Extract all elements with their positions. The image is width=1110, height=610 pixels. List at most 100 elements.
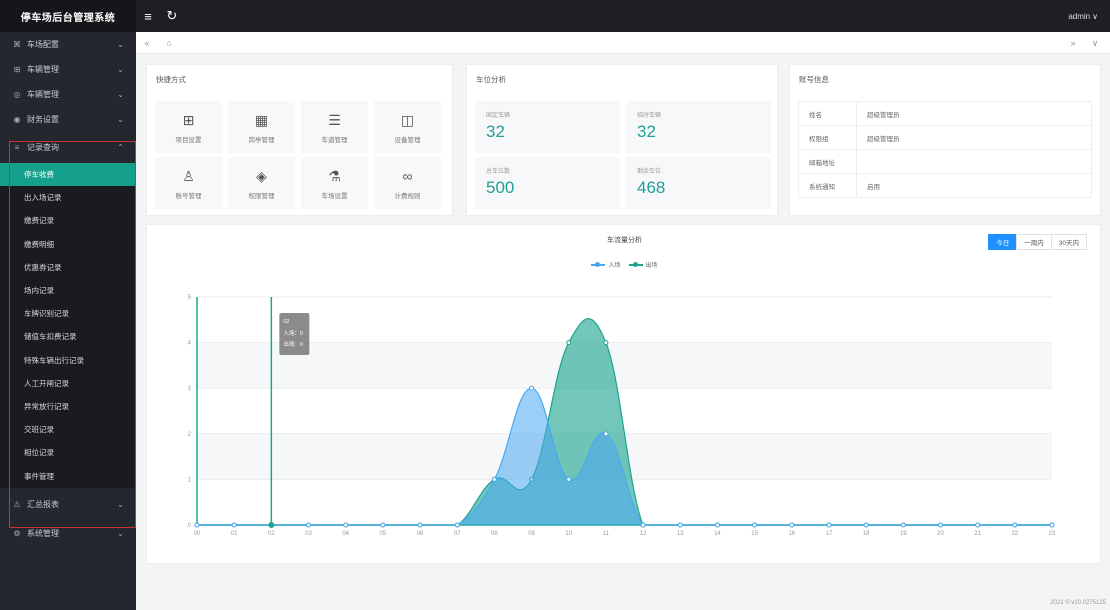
sidebar-item-label: 车辆管理: [27, 65, 59, 74]
finance-icon: ◉: [13, 115, 21, 124]
account-key: 邮箱地址: [798, 149, 857, 174]
data-point: [529, 385, 535, 391]
chart-legend: 入场 出场: [147, 260, 1102, 269]
sidebar-item-label: 系统管理: [27, 528, 59, 538]
chart-title: 车流量分析: [607, 237, 642, 244]
stat-tile-temporary: 临时车辆 32: [626, 101, 771, 153]
sidebar-item-parking-config[interactable]: ⌘ 车场配置 ⌄: [0, 32, 136, 57]
user-menu[interactable]: admin ∨: [1068, 0, 1098, 32]
sidebar-item-system[interactable]: ⚙ 系统管理 ⌄: [0, 521, 136, 546]
submenu-item[interactable]: 人工开闸记录: [0, 371, 136, 395]
submenu-item[interactable]: 出入场记录: [0, 186, 136, 210]
x-tick-label: 13: [677, 531, 684, 537]
x-tick-label: 11: [603, 531, 610, 537]
x-tick-label: 22: [1011, 531, 1018, 537]
data-point: [603, 431, 609, 437]
sidebar-item-vehicle-manage-2[interactable]: ◎ 车辆管理 ⌄: [0, 82, 136, 107]
quick-tile-project-settings[interactable]: ⊞ 项目设置: [155, 101, 222, 153]
quick-tile-account[interactable]: ♙ 账号管理: [155, 157, 222, 209]
sidebar-item-finance[interactable]: ◉ 财务设置 ⌄: [0, 107, 136, 132]
submenu-item[interactable]: 停车收费: [0, 163, 136, 187]
data-point: [1012, 522, 1018, 528]
submenu-item[interactable]: 场内记录: [0, 278, 136, 303]
data-point: [1049, 522, 1055, 528]
account-value: 超级管理员: [856, 101, 1092, 126]
sidebar-item-reports[interactable]: ⚠ 汇总报表 ⌄: [0, 492, 136, 517]
x-tick-label: 01: [231, 531, 238, 537]
range-30days-button[interactable]: 30天内: [1050, 234, 1087, 250]
sidebar-item-records[interactable]: ≡ 记录查询 ⌃: [0, 135, 136, 160]
tab-more-icon[interactable]: ∨: [1084, 32, 1106, 54]
stat-tile-fixed: 固定车辆 32: [475, 101, 620, 153]
sidebar-item-vehicle-manage[interactable]: ⊞ 车辆管理 ⌄: [0, 57, 136, 82]
user-name: admin: [1068, 11, 1091, 21]
sidebar-item-label: 车辆管理: [27, 90, 59, 99]
x-tick-label: 02: [268, 531, 275, 537]
submenu-item[interactable]: 特殊车辆出行记录: [0, 348, 136, 372]
x-tick-label: 20: [937, 531, 944, 537]
menu-toggle-icon[interactable]: ≡: [136, 0, 160, 32]
quick-tile-device[interactable]: ◫ 设备管理: [374, 101, 441, 153]
data-point: [491, 476, 497, 482]
submenu-item[interactable]: 优惠券记录: [0, 255, 136, 279]
x-tick-label: 14: [714, 531, 721, 537]
quick-tile-label: 岗亭管理: [248, 136, 275, 144]
table-row: 系统通知 启用: [798, 173, 1092, 198]
target-icon: ◎: [13, 90, 21, 99]
y-tick-label: 0: [188, 523, 192, 529]
quick-tile-permission[interactable]: ◈ 权限管理: [228, 157, 295, 209]
list-icon: ≡: [14, 143, 20, 152]
quick-tile-parking-settings[interactable]: ⚗ 车场设置: [301, 157, 368, 209]
stat-value: 500: [486, 178, 515, 197]
quick-tile-lane[interactable]: ☰ 车道管理: [301, 101, 368, 153]
x-tick-label: 07: [454, 531, 461, 537]
table-row: 邮箱地址: [798, 149, 1092, 174]
data-point: [603, 340, 609, 346]
x-tick-label: 23: [1049, 531, 1056, 537]
card-title: 账号信息: [799, 75, 829, 84]
data-point: [826, 522, 832, 528]
quick-tile-billing-rules[interactable]: ∞ 计费规则: [374, 157, 441, 209]
tab-strip: « ⌂ » ∨: [136, 32, 1110, 54]
submenu-item[interactable]: 相位记录: [0, 441, 136, 465]
range-week-button[interactable]: 一周内: [1016, 234, 1052, 250]
submenu-item[interactable]: 缴费明细: [0, 232, 136, 256]
grid-band: [197, 342, 1052, 389]
x-tick-label: 16: [788, 531, 795, 537]
data-point: [417, 522, 423, 528]
submenu-item[interactable]: 储值车扣费记录: [0, 325, 136, 349]
legend-label: 出场: [645, 263, 658, 269]
submenu-item[interactable]: 异常放行记录: [0, 394, 136, 419]
sidebar-item-label: 车场配置: [27, 40, 59, 49]
data-point: [752, 522, 758, 528]
data-point: [566, 340, 572, 346]
gear-icon: ⚙: [13, 528, 21, 538]
stat-tile-total: 总车位数 500: [475, 157, 620, 209]
submenu-item[interactable]: 事件管理: [0, 464, 136, 488]
x-tick-label: 05: [380, 531, 387, 537]
legend-label: 入场: [608, 263, 621, 269]
legend-item-in[interactable]: 入场: [591, 260, 621, 269]
quick-tile-booth[interactable]: ▦ 岗亭管理: [228, 101, 295, 153]
legend-item-out[interactable]: 出场: [628, 260, 658, 269]
x-tick-label: 04: [342, 531, 349, 537]
refresh-icon[interactable]: ↻: [160, 0, 184, 32]
range-today-button[interactable]: 今日: [988, 234, 1018, 250]
top-header: 停车场后台管理系统 ≡ ↻ admin ∨: [0, 0, 1110, 32]
tab-scroll-left-icon[interactable]: «: [136, 32, 158, 54]
parking-stats-card: 车位分析 固定车辆 32 临时车辆 32 总车位数 500 剩余车位 468: [466, 64, 778, 216]
tab-scroll-right-icon[interactable]: »: [1062, 32, 1084, 54]
x-tick-label: 06: [417, 531, 424, 537]
chevron-down-icon: ⌄: [117, 40, 124, 49]
y-tick-label: 2: [188, 432, 192, 438]
chevron-down-icon: ⌄: [117, 115, 124, 124]
submenu-item[interactable]: 缴费记录: [0, 209, 136, 233]
data-point: [863, 522, 869, 528]
home-tab-icon[interactable]: ⌂: [158, 32, 180, 54]
tooltip-in: 入场：0: [283, 329, 303, 337]
y-tick-label: 5: [188, 295, 192, 301]
time-range-selector: 今日 一周内 30天内: [988, 234, 1087, 250]
submenu-item[interactable]: 交班记录: [0, 418, 136, 442]
stats-grid: 固定车辆 32 临时车辆 32 总车位数 500 剩余车位 468: [475, 101, 771, 209]
submenu-item[interactable]: 车牌识别记录: [0, 302, 136, 326]
